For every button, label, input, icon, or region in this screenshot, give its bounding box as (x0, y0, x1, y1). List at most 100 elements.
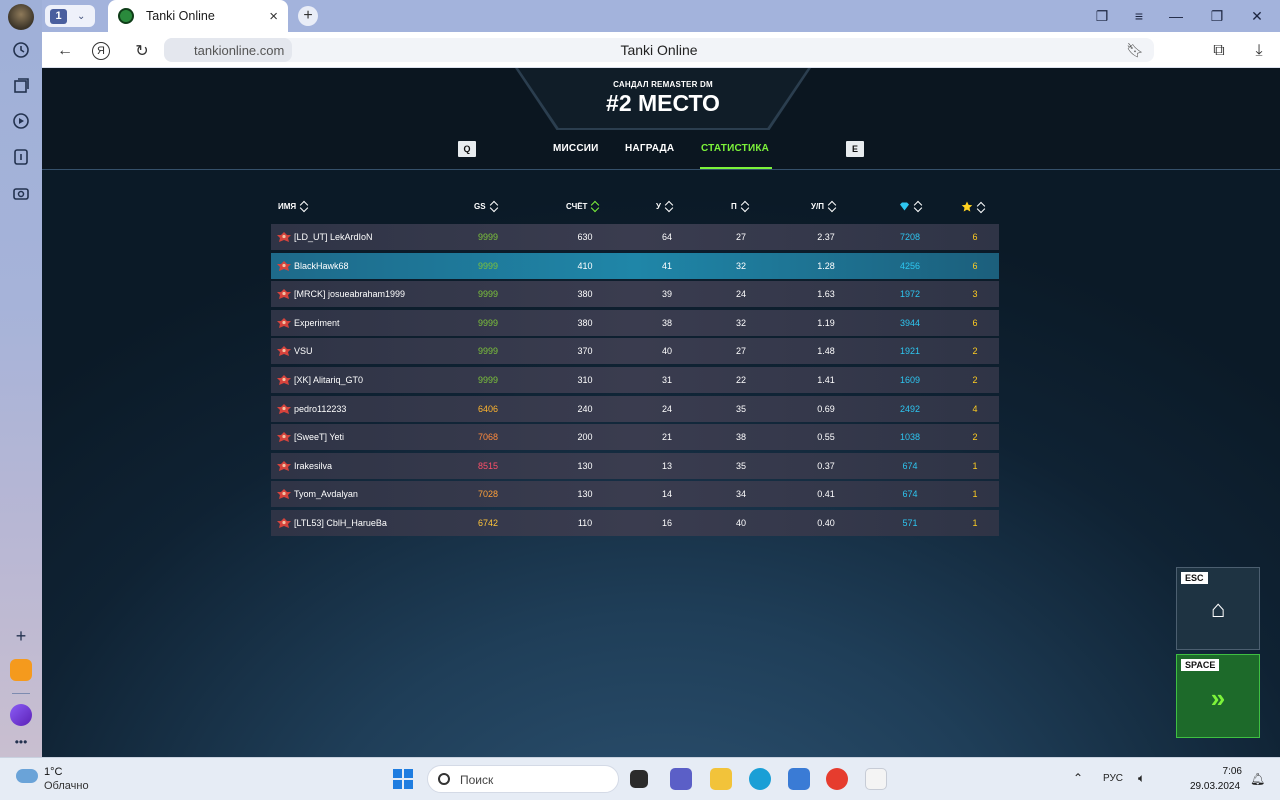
close-window-icon[interactable]: ✕ (1247, 6, 1267, 26)
profile-avatar[interactable] (8, 4, 34, 30)
cell-name[interactable]: [SweeT] Yeti (294, 432, 344, 442)
collections-icon[interactable] (9, 74, 33, 98)
cell-kd: 1.48 (817, 346, 835, 357)
table-row[interactable]: [SweeT] Yeti 7068 200 21 38 0.55 1038 2 (271, 424, 999, 451)
key-q-badge[interactable]: Q (458, 141, 476, 157)
rank-icon (277, 317, 291, 328)
chevron-up-icon[interactable]: ⌃ (1073, 771, 1083, 785)
cell-deaths: 34 (735, 489, 746, 500)
cell-name[interactable]: [MRCK] josueabraham1999 (294, 289, 405, 299)
yandex-app-icon[interactable] (826, 768, 848, 790)
video-icon[interactable] (9, 109, 33, 133)
cell-name[interactable]: Tyom_Avdalyan (294, 489, 358, 499)
alice-assistant-icon[interactable] (10, 704, 32, 726)
cell-kd: 0.40 (817, 517, 835, 528)
table-row[interactable]: [MRCK] josueabraham1999 9999 380 39 24 1.63 19… (271, 281, 999, 308)
reload-icon[interactable]: ↻ (131, 40, 153, 62)
stats-table-header: ИМЯ GS СЧЁТ У П У/П (271, 198, 999, 216)
table-row[interactable]: BlackHawk68 9999 410 41 32 1.28 4256 6 (271, 252, 999, 279)
cell-name[interactable]: [LTL53] CblH_HarueBa (294, 518, 387, 528)
cell-kills: 39 (661, 289, 672, 300)
cell-stars: 6 (972, 260, 978, 271)
cell-gs: 9999 (477, 317, 499, 328)
place-title: #2 МЕСТО (606, 90, 720, 116)
table-row[interactable]: Tyom_Avdalyan 7028 130 14 34 0.41 674 1 (271, 481, 999, 508)
cell-crystals: 674 (902, 489, 918, 500)
yandex-icon[interactable]: Я (92, 42, 110, 60)
edge-icon[interactable] (749, 768, 771, 790)
store-icon[interactable] (788, 768, 810, 790)
column-kd[interactable]: У/П (811, 201, 835, 212)
cell-name[interactable]: Irakesilva (294, 461, 332, 471)
cell-crystals: 2492 (899, 403, 921, 414)
tab-reward[interactable]: НАГРАДА (625, 143, 674, 154)
input-language[interactable]: РУС (1103, 773, 1123, 784)
table-row[interactable]: [LTL53] CblH_HarueBa 6742 110 16 40 0.40 571 1 (271, 509, 999, 536)
bookmarks-panel-icon[interactable]: ❐ (1092, 6, 1112, 26)
start-button[interactable] (393, 769, 413, 789)
teams-icon[interactable] (670, 768, 692, 790)
screenshot-icon[interactable] (9, 181, 33, 205)
speaker-icon[interactable]: 🔈︎ (1138, 771, 1145, 786)
file-explorer-icon[interactable] (710, 768, 732, 790)
collections-panel-icon[interactable]: ⧉ (1208, 40, 1230, 62)
home-icon: ⌂ (1210, 596, 1226, 623)
column-kills[interactable]: У (656, 201, 672, 212)
notification-bell-icon[interactable]: 🔔︎ (1250, 772, 1265, 786)
menu-icon[interactable]: ≡ (1129, 6, 1149, 26)
cell-kd: 0.55 (817, 432, 835, 443)
cell-name[interactable]: [XK] Alitariq_GT0 (294, 375, 363, 385)
task-view-icon[interactable] (630, 770, 648, 788)
cell-name[interactable]: VSU (294, 346, 313, 356)
bookmark-icon[interactable]: 🔖︎ (1126, 42, 1144, 59)
cell-name[interactable]: [LD_UT] LekArdIoN (294, 232, 373, 242)
restore-icon[interactable]: ❐ (1207, 6, 1227, 26)
tab-counter-icon[interactable] (9, 145, 33, 169)
weather-temperature[interactable]: 1°C (44, 766, 62, 778)
column-crystals[interactable] (899, 201, 921, 212)
back-icon[interactable]: ← (54, 40, 76, 62)
table-row[interactable]: [XK] Alitariq_GT0 9999 310 31 22 1.41 1609 2 (271, 366, 999, 393)
history-icon[interactable] (9, 38, 33, 62)
exit-to-lobby-button[interactable]: ESC ⌂ (1176, 567, 1260, 650)
weather-description[interactable]: Облачно (44, 780, 89, 792)
close-icon[interactable]: × (269, 8, 278, 25)
yandex-browser-icon[interactable] (865, 768, 887, 790)
column-stars[interactable] (961, 201, 984, 213)
tab-missions[interactable]: МИССИИ (553, 143, 599, 154)
download-icon[interactable]: ⤓ (1248, 40, 1270, 62)
cell-crystals: 4256 (899, 260, 921, 271)
cell-name[interactable]: pedro112233 (294, 404, 346, 414)
clock-time[interactable]: 7:06 (1214, 766, 1242, 777)
tab-statistics[interactable]: СТАТИСТИКА (701, 143, 769, 154)
table-row[interactable]: VSU 9999 370 40 27 1.48 1921 2 (271, 338, 999, 365)
column-deaths[interactable]: П (731, 201, 748, 212)
column-score[interactable]: СЧЁТ (566, 201, 598, 212)
taskbar-search[interactable]: Поиск (427, 765, 619, 793)
url-domain[interactable]: tankionline.com (164, 38, 293, 62)
cloud-icon[interactable] (16, 769, 38, 783)
table-row[interactable]: Experiment 9999 380 38 32 1.19 3944 6 (271, 309, 999, 336)
more-icon[interactable]: ••• (9, 730, 33, 754)
cell-name[interactable]: BlackHawk68 (294, 261, 349, 271)
key-e-badge[interactable]: E (846, 141, 864, 157)
browser-tab[interactable]: Tanki Online × (108, 0, 288, 32)
table-row[interactable]: pedro112233 6406 240 24 35 0.69 2492 4 (271, 395, 999, 422)
cell-stars: 4 (972, 403, 978, 414)
column-score-label: СЧЁТ (566, 202, 588, 211)
table-row[interactable]: [LD_UT] LekArdIoN 9999 630 64 27 2.37 7208 6 (271, 224, 999, 250)
column-name[interactable]: ИМЯ (278, 201, 307, 212)
column-gs[interactable]: GS (474, 201, 497, 212)
cell-crystals: 1038 (899, 432, 921, 443)
mail-icon[interactable] (10, 659, 32, 681)
minimize-icon[interactable]: — (1166, 6, 1186, 26)
next-battle-button[interactable]: SPACE » (1176, 654, 1260, 738)
new-tab-button[interactable]: + (298, 6, 318, 26)
url-field[interactable]: tankionline.com Tanki Online 🔖︎ (164, 38, 1154, 62)
clock-date[interactable]: 29.03.2024 (1190, 781, 1240, 792)
add-icon[interactable]: + (9, 624, 33, 648)
cell-stars: 2 (972, 346, 978, 357)
table-row[interactable]: Irakesilva 8515 130 13 35 0.37 674 1 (271, 452, 999, 479)
tab-switcher[interactable]: 1 ⌄ (45, 5, 95, 27)
cell-name[interactable]: Experiment (294, 318, 340, 328)
